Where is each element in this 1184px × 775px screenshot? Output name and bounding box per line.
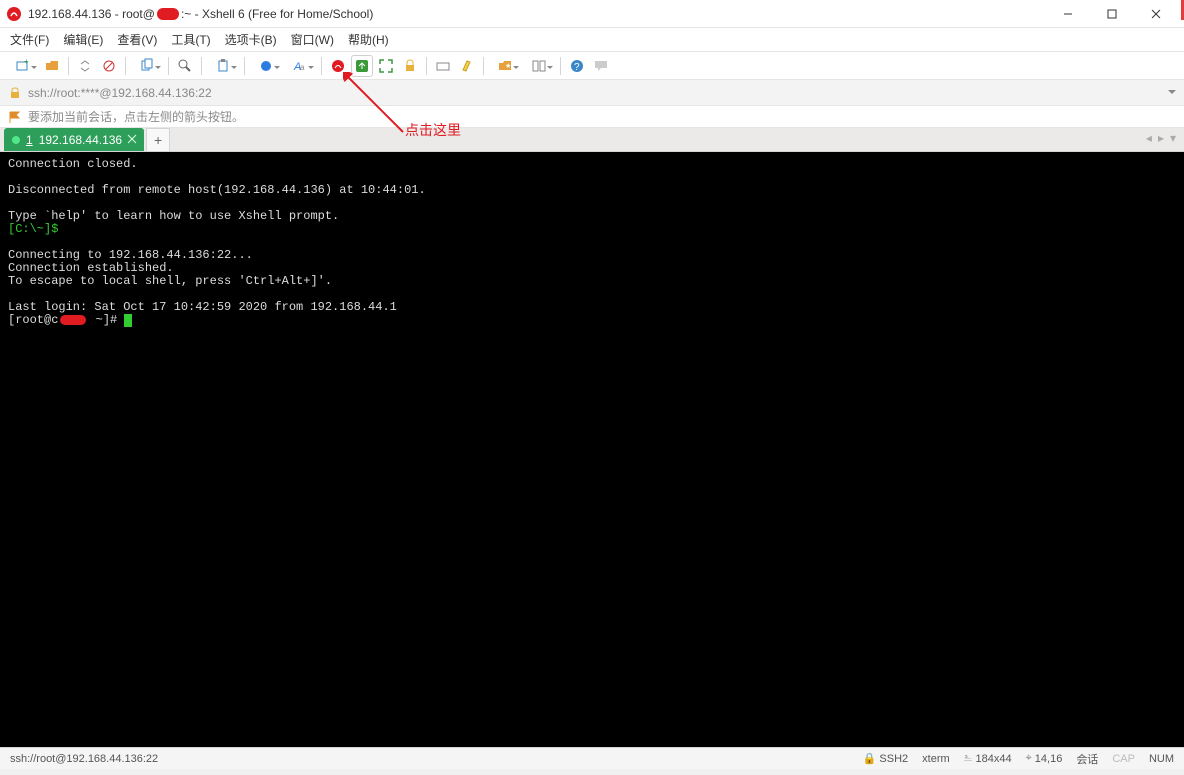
app-icon — [6, 6, 22, 22]
toolbar-separator — [426, 57, 427, 75]
new-session-button[interactable]: + — [8, 56, 38, 76]
terminal-line: Type `help' to learn how to use Xshell p… — [8, 209, 339, 223]
flag-icon — [8, 110, 22, 124]
status-connection: ssh://root@192.168.44.136:22 — [10, 753, 863, 765]
window-title: 192.168.44.136 - root@ :~ - Xshell 6 (Fr… — [28, 7, 1046, 21]
prompt-redaction — [60, 315, 86, 325]
font-button[interactable]: Aa — [285, 56, 315, 76]
status-term: xterm — [922, 753, 950, 765]
status-dimensions: ⎁ 184x44 — [964, 752, 1012, 765]
tab-strip: 1 192.168.44.136 + ◂ ▸ ▾ — [0, 128, 1184, 152]
copy-button[interactable] — [132, 56, 162, 76]
tab-index: 1 — [26, 133, 33, 147]
terminal-line: Connection established. — [8, 261, 174, 275]
toolbar-separator — [321, 57, 322, 75]
toolbar-separator — [168, 57, 169, 75]
toolbar-separator — [483, 57, 484, 75]
toolbar-separator — [201, 57, 202, 75]
title-text-pre: 192.168.44.136 - root@ — [28, 7, 155, 21]
color-button[interactable] — [251, 56, 281, 76]
terminal-line: Disconnected from remote host(192.168.44… — [8, 183, 426, 197]
toolbar-separator — [68, 57, 69, 75]
status-ssh: 🔒 SSH2 — [863, 752, 908, 765]
lock-icon: 🔒 — [863, 752, 877, 765]
toolbar: + Aa ★ ? — [0, 52, 1184, 80]
find-button[interactable] — [175, 56, 195, 76]
terminal-line: Last login: Sat Oct 17 10:42:59 2020 fro… — [8, 300, 397, 314]
favorites-button[interactable]: ★ — [490, 56, 520, 76]
lock-icon — [8, 86, 22, 100]
status-caps: CAP — [1112, 753, 1135, 765]
lock-screen-button[interactable] — [400, 56, 420, 76]
paste-button[interactable] — [208, 56, 238, 76]
address-text: ssh://root:****@192.168.44.136:22 — [28, 86, 1162, 100]
title-text-post: :~ - Xshell 6 (Free for Home/School) — [181, 7, 373, 21]
tab-prev-button[interactable]: ◂ — [1146, 131, 1152, 145]
title-bar: 192.168.44.136 - root@ :~ - Xshell 6 (Fr… — [0, 0, 1184, 28]
status-bar: ssh://root@192.168.44.136:22 🔒 SSH2 xter… — [0, 747, 1184, 769]
hint-text: 要添加当前会话，点击左侧的箭头按钮。 — [28, 108, 244, 125]
terminal-local-prompt: [C:\~]$ — [8, 222, 58, 236]
title-redaction — [157, 8, 179, 20]
menu-window[interactable]: 窗口(W) — [291, 31, 334, 48]
menu-help[interactable]: 帮助(H) — [348, 31, 389, 48]
tab-list-button[interactable]: ▾ — [1170, 131, 1176, 145]
tab-close-button[interactable] — [126, 133, 138, 145]
highlight-button[interactable] — [457, 56, 477, 76]
menu-tab[interactable]: 选项卡(B) — [225, 31, 277, 48]
tab-label: 192.168.44.136 — [39, 133, 122, 147]
disconnect-button[interactable] — [99, 56, 119, 76]
terminal-line: Connecting to 192.168.44.136:22... — [8, 248, 253, 262]
menu-edit[interactable]: 编辑(E) — [63, 31, 103, 48]
keyboard-button[interactable] — [433, 56, 453, 76]
toolbar-separator — [244, 57, 245, 75]
close-button[interactable] — [1134, 1, 1178, 27]
terminal-remote-prompt: [root@c ~]# — [8, 313, 124, 327]
session-tab[interactable]: 1 192.168.44.136 — [4, 128, 144, 151]
menu-bar: 文件(F) 编辑(E) 查看(V) 工具(T) 选项卡(B) 窗口(W) 帮助(… — [0, 28, 1184, 52]
status-num: NUM — [1149, 753, 1174, 765]
status-session: 会话 — [1076, 751, 1098, 767]
fullscreen-button[interactable] — [376, 56, 396, 76]
maximize-button[interactable] — [1090, 1, 1134, 27]
hint-bar: 要添加当前会话，点击左侧的箭头按钮。 — [0, 106, 1184, 128]
chat-button[interactable] — [591, 56, 611, 76]
xftp-button[interactable] — [352, 56, 372, 76]
tab-next-button[interactable]: ▸ — [1158, 131, 1164, 145]
reconnect-button[interactable] — [75, 56, 95, 76]
address-bar[interactable]: ssh://root:****@192.168.44.136:22 — [0, 80, 1184, 106]
terminal-line: Connection closed. — [8, 157, 138, 171]
terminal-cursor — [124, 314, 132, 327]
new-tab-button[interactable]: + — [146, 128, 170, 151]
menu-view[interactable]: 查看(V) — [117, 31, 157, 48]
svg-text:?: ? — [574, 62, 580, 73]
xshell-button[interactable] — [328, 56, 348, 76]
dropdown-icon[interactable] — [1168, 90, 1176, 98]
toolbar-separator — [125, 57, 126, 75]
terminal[interactable]: Connection closed. Disconnected from rem… — [0, 152, 1184, 747]
help-button[interactable]: ? — [567, 56, 587, 76]
svg-text:+: + — [24, 58, 29, 66]
minimize-button[interactable] — [1046, 1, 1090, 27]
status-cursor: ⌖ 14,16 — [1026, 752, 1063, 765]
toolbar-separator — [560, 57, 561, 75]
connection-dot-icon — [12, 136, 20, 144]
tab-nav: ◂ ▸ ▾ — [1146, 131, 1176, 145]
svg-text:a: a — [300, 63, 305, 72]
layout-button[interactable] — [524, 56, 554, 76]
status-right: 🔒 SSH2 xterm ⎁ 184x44 ⌖ 14,16 会话 CAP NUM — [863, 751, 1174, 767]
svg-text:★: ★ — [505, 62, 511, 70]
menu-file[interactable]: 文件(F) — [10, 31, 49, 48]
window-controls — [1046, 1, 1178, 27]
terminal-line: To escape to local shell, press 'Ctrl+Al… — [8, 274, 332, 288]
open-folder-button[interactable] — [42, 56, 62, 76]
menu-tools[interactable]: 工具(T) — [171, 31, 210, 48]
